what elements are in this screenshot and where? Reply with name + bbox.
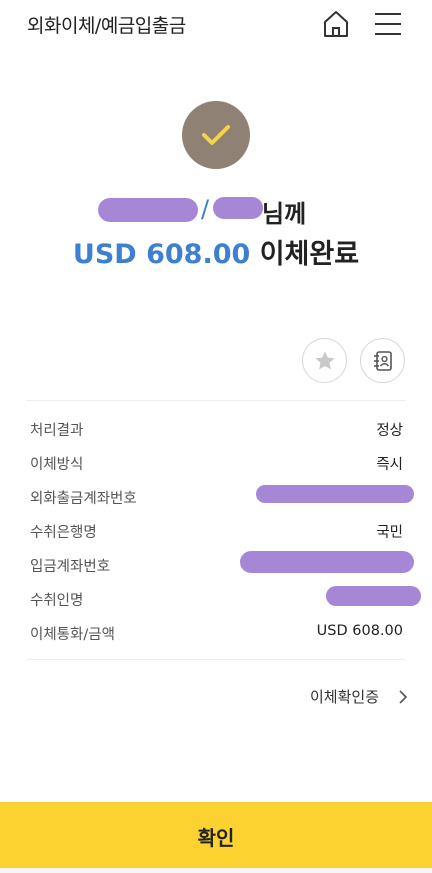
detail-label: 이체통화/금액 — [30, 627, 115, 643]
certificate-link-label: 이체확인증 — [310, 688, 380, 706]
transfer-amount: USD 608.00 — [72, 239, 251, 270]
section-divider-top — [27, 400, 405, 401]
app-header: 외화이체/예금입출금 — [0, 0, 432, 50]
detail-label: 처리결과 — [30, 423, 84, 439]
detail-row-currency-amount: 이체통화/금액 USD 608.00 — [30, 623, 403, 643]
chevron-right-icon — [399, 690, 408, 704]
detail-label: 이체방식 — [30, 457, 84, 473]
detail-label: 외화출금계좌번호 — [30, 491, 137, 507]
detail-value: 정상 — [376, 423, 403, 439]
transfer-completed-text: 이체완료 — [259, 239, 360, 270]
detail-row-bank: 수취은행명 국민 — [30, 521, 403, 541]
redacted-recipient-name — [98, 198, 198, 222]
confirm-button[interactable]: 확인 — [0, 802, 432, 868]
transfer-summary: USD 608.00 이체완료 — [0, 232, 432, 271]
bottom-strip — [0, 868, 432, 873]
confirm-button-label: 확인 — [197, 828, 235, 850]
detail-row-deposit-account: 입금계좌번호 — [30, 551, 414, 575]
success-badge — [182, 101, 250, 169]
transfer-certificate-link[interactable]: 이체확인증 — [310, 686, 408, 707]
menu-button[interactable] — [372, 8, 404, 40]
hamburger-menu-icon — [375, 13, 401, 35]
recipient-separator: / — [201, 195, 210, 223]
star-icon — [315, 351, 335, 370]
redacted-recipient — [326, 586, 421, 606]
recipient-suffix: 님께 — [262, 200, 307, 228]
detail-label: 수취인명 — [30, 593, 84, 609]
page-title: 외화이체/예금입출금 — [27, 15, 186, 37]
detail-row-method: 이체방식 즉시 — [30, 453, 403, 473]
favorite-button[interactable] — [302, 338, 347, 383]
recipient-line: / 님께 — [0, 192, 432, 232]
checkmark-icon — [202, 125, 230, 145]
redacted-withdraw-account — [256, 485, 414, 503]
home-button[interactable] — [320, 8, 352, 40]
detail-row-result: 처리결과 정상 — [30, 419, 403, 439]
detail-row-withdraw-account: 외화출금계좌번호 — [30, 485, 414, 507]
redacted-deposit-account — [240, 551, 414, 573]
detail-label: 수취은행명 — [30, 525, 97, 541]
detail-value: USD 608.00 — [316, 623, 403, 639]
detail-row-recipient: 수취인명 — [30, 586, 421, 609]
detail-label: 입금계좌번호 — [30, 559, 111, 575]
address-book-icon — [374, 351, 392, 371]
home-icon — [324, 11, 348, 37]
detail-value: 국민 — [376, 525, 403, 541]
section-divider-bottom — [27, 659, 405, 660]
redacted-recipient-alias — [213, 197, 263, 219]
detail-value: 즉시 — [376, 457, 403, 473]
address-book-button[interactable] — [360, 338, 405, 383]
